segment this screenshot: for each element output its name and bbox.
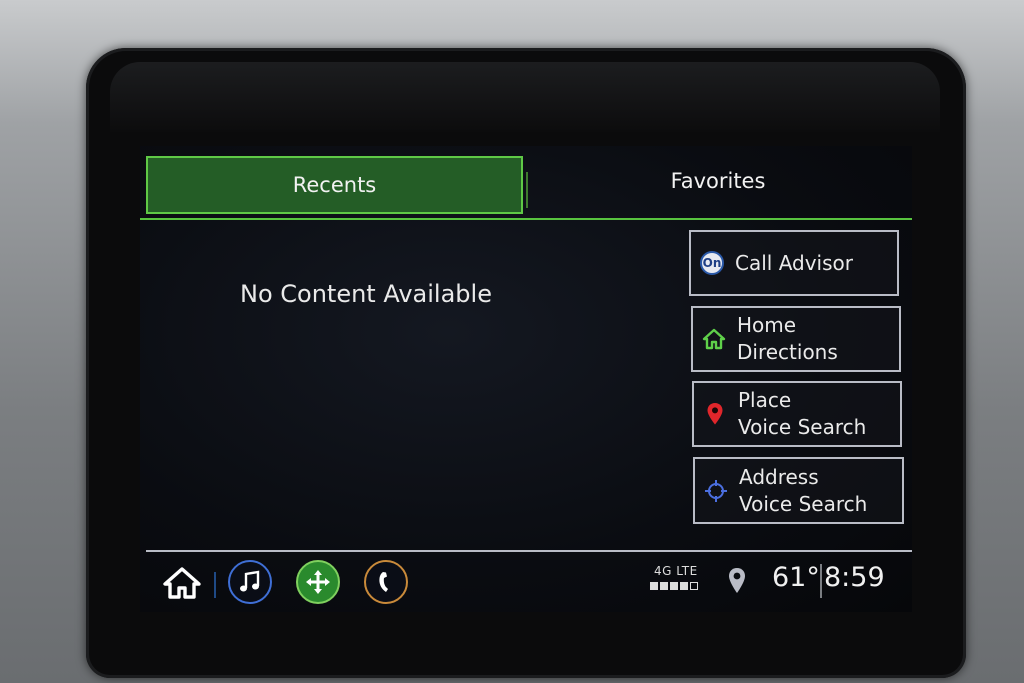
home-icon [163, 567, 201, 599]
bottom-bar: 4G LTE 61° 8:59 [140, 552, 912, 612]
signal-strength-icon [650, 582, 698, 590]
outside-temperature: 61° [772, 562, 820, 593]
home-directions-line2: Directions [737, 340, 838, 364]
bezel-hood [110, 62, 940, 132]
place-voice-search-line1: Place [738, 388, 792, 412]
tab-divider [526, 172, 528, 208]
phone-button[interactable] [364, 560, 408, 604]
bottom-bar-separator [214, 572, 216, 598]
tab-bar: Recents Favorites [140, 146, 912, 220]
audio-button[interactable] [228, 560, 272, 604]
status-separator [820, 564, 822, 598]
signal-bar [660, 582, 668, 590]
place-voice-search-button[interactable]: Place Voice Search [692, 381, 902, 447]
location-pin-icon [702, 401, 728, 427]
location-icon [726, 566, 748, 596]
onstar-badge: On [700, 251, 724, 275]
home-directions-line1: Home [737, 313, 797, 337]
crosshair-icon [703, 478, 729, 504]
empty-state-message: No Content Available [240, 280, 492, 308]
phone-icon [379, 572, 388, 592]
signal-bar-empty [690, 582, 698, 590]
clock: 8:59 [824, 562, 885, 593]
tab-recents[interactable]: Recents [146, 156, 523, 214]
network-status: 4G LTE [648, 564, 708, 598]
home-button[interactable] [162, 566, 202, 600]
signal-bar [670, 582, 678, 590]
home-directions-button[interactable]: Home Directions [691, 306, 901, 372]
place-voice-search-line2: Voice Search [738, 415, 867, 439]
onstar-icon: On [699, 250, 725, 276]
signal-bar [650, 582, 658, 590]
network-type: 4G LTE [654, 564, 698, 578]
address-voice-search-line1: Address [739, 464, 819, 489]
call-advisor-label: Call Advisor [735, 250, 853, 275]
tab-favorites-label: Favorites [670, 169, 766, 193]
call-advisor-button[interactable]: On Call Advisor [689, 230, 899, 296]
navigation-button[interactable] [296, 560, 340, 604]
music-note-icon [240, 570, 260, 592]
tab-favorites[interactable]: Favorites [530, 152, 906, 210]
navigation-icon [306, 570, 330, 594]
signal-bar [680, 582, 688, 590]
tab-recents-label: Recents [292, 173, 377, 197]
home-icon [701, 326, 727, 352]
infotainment-screen: Recents Favorites No Content Available O… [140, 146, 912, 612]
address-voice-search-button[interactable]: Address Voice Search [693, 457, 904, 524]
address-voice-search-line2: Voice Search [739, 491, 868, 516]
